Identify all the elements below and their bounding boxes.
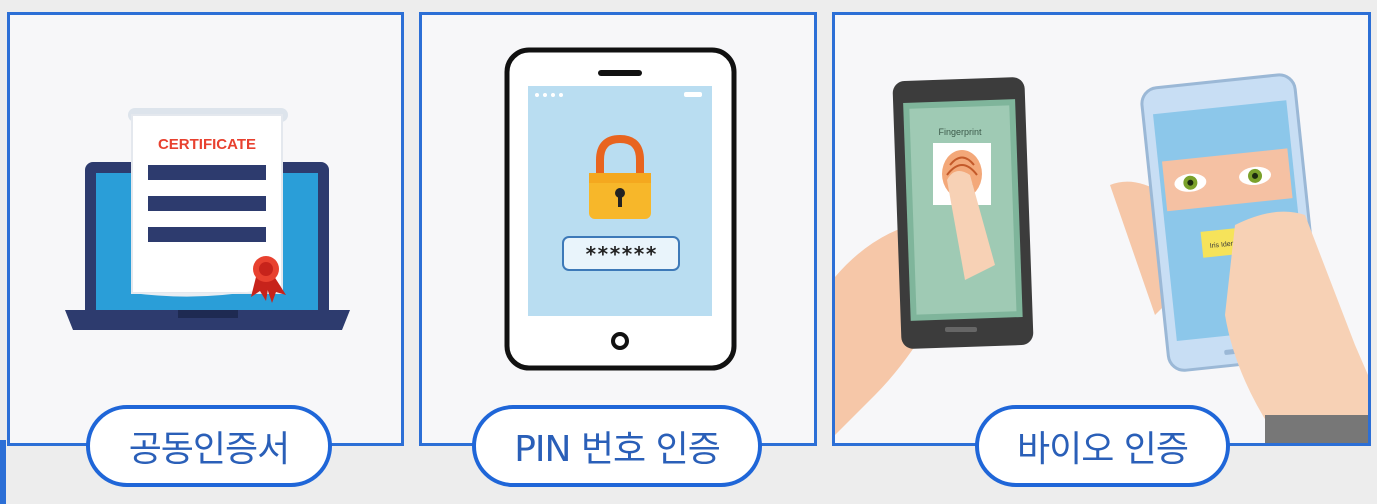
certificate-auth-label: 공동인증서	[128, 429, 291, 470]
laptop-certificate-icon: CERTIFICATE	[65, 108, 350, 330]
certificate-auth-button[interactable]: 공동인증서	[86, 405, 332, 487]
pin-auth-button[interactable]: PIN 번호 인증	[472, 405, 762, 487]
pin-card[interactable]: ******	[419, 12, 817, 446]
certificate-text: CERTIFICATE	[158, 136, 256, 153]
bio-auth-button[interactable]: 바이오 인증	[975, 405, 1230, 487]
certificate-card[interactable]: CERTIFICATE	[7, 12, 404, 446]
fingerprint-text: Fingerprint	[938, 127, 982, 137]
bio-card[interactable]: Fingerprint Iris Identification	[832, 12, 1371, 446]
biometric-phones-icon: Fingerprint Iris Identification	[835, 73, 1368, 443]
pin-auth-label: PIN 번호 인증	[514, 429, 721, 470]
left-edge-divider	[0, 440, 6, 504]
bio-auth-label: 바이오 인증	[1016, 429, 1189, 470]
pin-mask-text: ******	[585, 242, 657, 266]
tablet-lock-icon: ******	[504, 47, 737, 371]
